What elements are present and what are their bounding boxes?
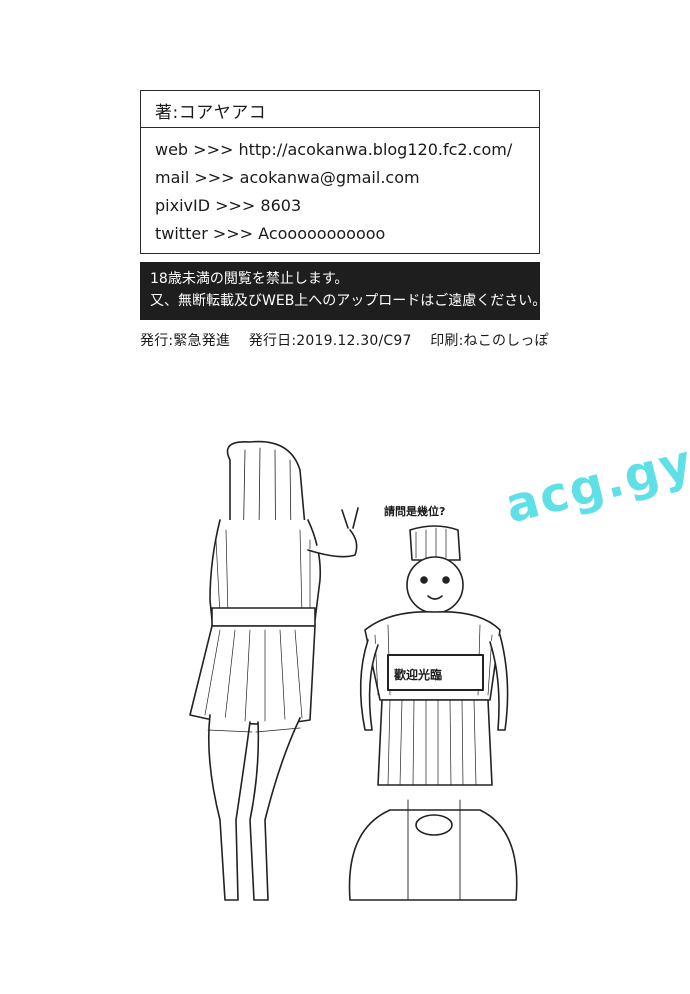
notice-line-reprint: 又、無断転載及びWEB上へのアップロードはご遠慮ください。 bbox=[150, 293, 547, 309]
author-name: 著:コアヤアコ bbox=[155, 103, 267, 123]
colophon-page: 著:コアヤアコ web >>> http://acokanwa.blog120.… bbox=[0, 0, 690, 994]
robot-sign-text: 歡迎光臨 bbox=[394, 668, 443, 682]
contact-list: web >>> http://acokanwa.blog120.fc2.com/… bbox=[155, 136, 512, 248]
illustration-girl-and-robot bbox=[189, 440, 518, 901]
author-header: 著:コアヤアコ bbox=[141, 91, 539, 128]
notice-line-age: 18歳未満の閲覧を禁止します。 bbox=[150, 271, 349, 287]
speech-bubble-text: 請問是幾位? bbox=[384, 505, 446, 518]
contact-mail: mail >>> acokanwa@gmail.com bbox=[155, 168, 420, 187]
contact-web: web >>> http://acokanwa.blog120.fc2.com/ bbox=[155, 140, 513, 159]
contact-pixiv: pixivID >>> 8603 bbox=[155, 196, 302, 215]
robot-figure bbox=[348, 525, 518, 901]
contact-twitter: twitter >>> Acooooooooooo bbox=[155, 224, 386, 243]
publisher: 発行:緊急発進 bbox=[140, 333, 231, 349]
printer: 印刷:ねこのしっぽ bbox=[430, 333, 549, 349]
author-info-box: 著:コアヤアコ web >>> http://acokanwa.blog120.… bbox=[140, 90, 540, 254]
publish-date: 発行日:2019.12.30/C97 bbox=[248, 333, 412, 349]
age-restriction-notice: 18歳未満の閲覧を禁止します。 又、無断転載及びWEB上へのアップロードはご遠慮… bbox=[140, 262, 547, 320]
publication-info: 発行:緊急発進 発行日:2019.12.30/C97 印刷:ねこのしっぽ bbox=[140, 330, 563, 350]
girl-figure bbox=[189, 440, 359, 901]
